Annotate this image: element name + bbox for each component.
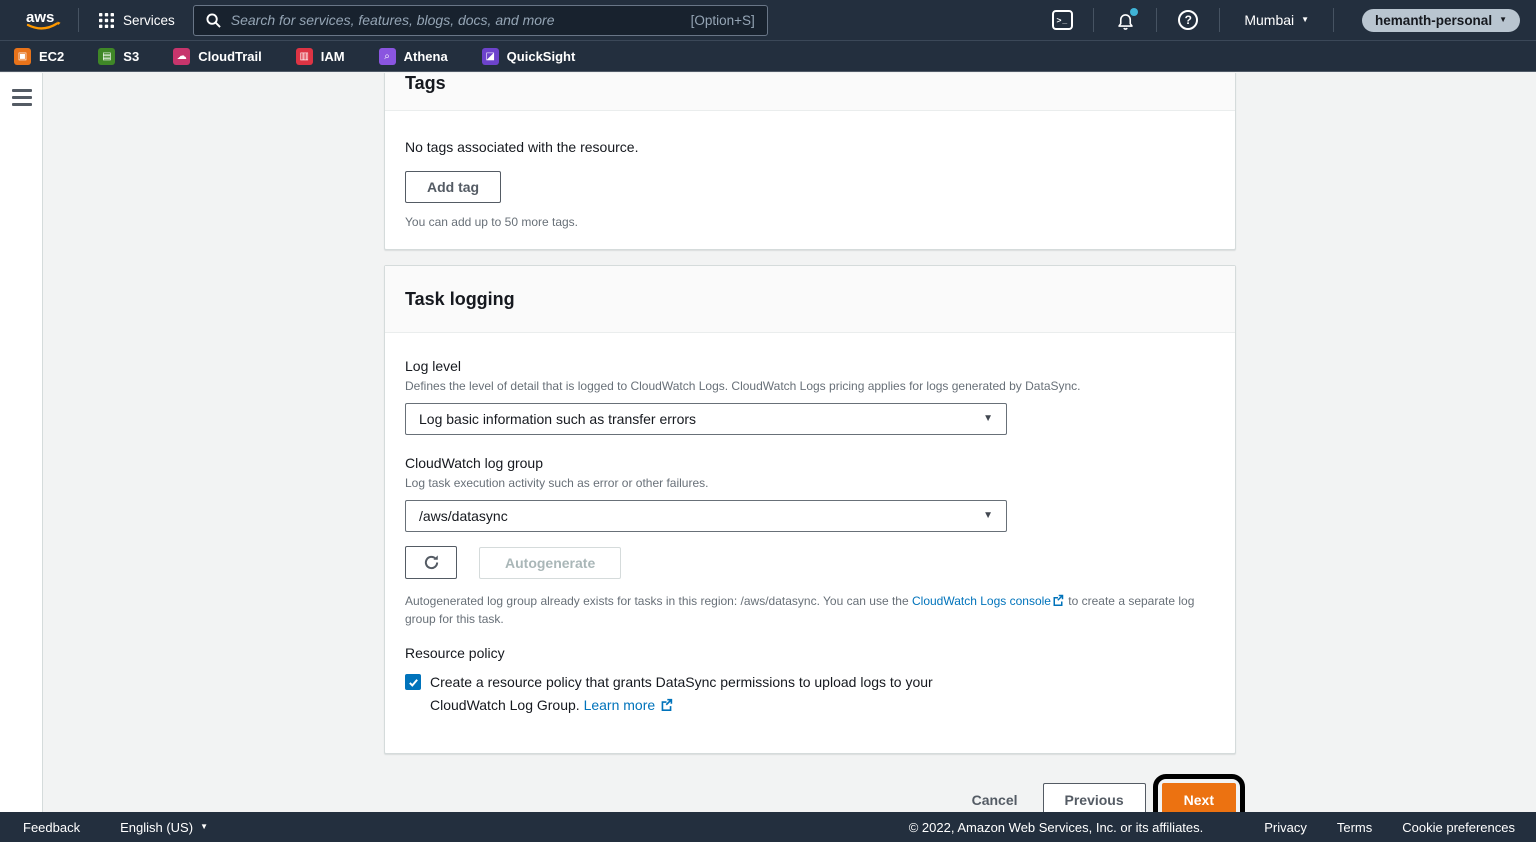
log-group-value: /aws/datasync	[419, 508, 508, 524]
wizard-actions: Cancel Previous Next	[384, 774, 1236, 812]
checkmark-icon	[408, 677, 419, 688]
svg-text:aws: aws	[26, 9, 54, 26]
divider	[1156, 8, 1157, 32]
cloudshell-icon[interactable]: >_	[1045, 10, 1079, 30]
resource-policy-label: Resource policy	[405, 644, 1215, 662]
log-level-value: Log basic information such as transfer e…	[419, 411, 696, 427]
chevron-down-icon: ▼	[983, 511, 993, 521]
language-label: English (US)	[120, 820, 193, 835]
click-annotation-ring: Next	[1153, 774, 1245, 812]
terms-link[interactable]: Terms	[1337, 820, 1372, 835]
notification-dot	[1130, 8, 1138, 16]
divider	[78, 8, 79, 32]
favorite-cloudtrail[interactable]: ☁ CloudTrail	[173, 48, 262, 65]
aws-logo-icon: aws	[24, 7, 64, 33]
tags-title: Tags	[405, 73, 1215, 94]
log-level-description: Defines the level of detail that is logg…	[405, 378, 1215, 394]
autogenerate-button[interactable]: Autogenerate	[479, 547, 621, 579]
language-selector[interactable]: English (US) ▼	[120, 820, 208, 835]
services-grid-icon	[99, 13, 114, 28]
favorite-label: IAM	[321, 49, 345, 64]
previous-button[interactable]: Previous	[1043, 783, 1146, 812]
next-button[interactable]: Next	[1162, 783, 1236, 812]
ec2-icon: ▣	[14, 48, 31, 65]
cloudwatch-logs-console-link[interactable]: CloudWatch Logs console	[912, 594, 1051, 608]
favorite-label: QuickSight	[507, 49, 576, 64]
chevron-down-icon: ▼	[1301, 16, 1309, 24]
cloudtrail-icon: ☁	[173, 48, 190, 65]
tags-hint: You can add up to 50 more tags.	[405, 215, 1215, 229]
favorite-label: CloudTrail	[198, 49, 262, 64]
top-navigation: aws Services Search for services, featur…	[0, 0, 1536, 40]
help-glyph: ?	[1185, 13, 1192, 27]
quicksight-icon: ◪	[482, 48, 499, 65]
s3-icon: ▤	[98, 48, 115, 65]
no-tags-text: No tags associated with the resource.	[405, 139, 1215, 155]
chevron-down-icon: ▼	[1499, 16, 1507, 24]
tags-section: Tags No tags associated with the resourc…	[384, 73, 1236, 250]
menu-icon[interactable]	[12, 89, 32, 106]
divider	[1333, 8, 1334, 32]
favorite-ec2[interactable]: ▣ EC2	[14, 48, 64, 65]
feedback-button[interactable]: Feedback	[23, 820, 80, 835]
notifications-bell-icon[interactable]	[1108, 11, 1142, 30]
chevron-down-icon: ▼	[200, 823, 208, 831]
help-icon[interactable]: ?	[1171, 10, 1205, 30]
nav-right-group: >_ ? Mumbai ▼ hemanth-personal ▼	[1045, 8, 1520, 32]
divider	[1219, 8, 1220, 32]
account-name: hemanth-personal	[1375, 13, 1492, 28]
resource-policy-checkbox-label: Create a resource policy that grants Dat…	[430, 671, 992, 718]
favorite-s3[interactable]: ▤ S3	[98, 48, 139, 65]
refresh-icon	[423, 554, 440, 571]
cookie-preferences-link[interactable]: Cookie preferences	[1402, 820, 1515, 835]
account-menu[interactable]: hemanth-personal ▼	[1362, 9, 1520, 32]
side-navigation-rail	[0, 73, 43, 812]
athena-icon: ⌕	[379, 48, 396, 65]
log-group-select[interactable]: /aws/datasync ▼	[405, 500, 1007, 532]
services-label: Services	[123, 13, 175, 28]
log-level-label: Log level	[405, 357, 1215, 375]
log-group-description: Log task execution activity such as erro…	[405, 475, 1215, 491]
divider	[1093, 8, 1094, 32]
main-content: Tags No tags associated with the resourc…	[43, 73, 1536, 812]
tags-section-header: Tags	[385, 73, 1235, 111]
search-icon	[206, 13, 221, 28]
resource-policy-checkbox[interactable]	[405, 674, 421, 690]
favorites-bar: ▣ EC2 ▤ S3 ☁ CloudTrail ▥ IAM ⌕ Athena ◪…	[0, 40, 1536, 72]
page-body: Tags No tags associated with the resourc…	[0, 73, 1536, 812]
region-selector[interactable]: Mumbai ▼	[1234, 12, 1319, 28]
favorite-label: S3	[123, 49, 139, 64]
learn-more-link[interactable]: Learn more	[584, 697, 656, 713]
cancel-button[interactable]: Cancel	[972, 792, 1018, 808]
favorite-quicksight[interactable]: ◪ QuickSight	[482, 48, 576, 65]
refresh-button[interactable]	[405, 546, 457, 579]
search-placeholder: Search for services, features, blogs, do…	[231, 12, 681, 28]
favorite-athena[interactable]: ⌕ Athena	[379, 48, 448, 65]
task-logging-title: Task logging	[405, 288, 1215, 310]
search-shortcut: [Option+S]	[691, 13, 755, 28]
console-footer: Feedback English (US) ▼ © 2022, Amazon W…	[0, 812, 1536, 842]
services-menu[interactable]: Services	[93, 13, 181, 28]
add-tag-button[interactable]: Add tag	[405, 171, 501, 203]
copyright-text: © 2022, Amazon Web Services, Inc. or its…	[909, 820, 1204, 835]
log-level-select[interactable]: Log basic information such as transfer e…	[405, 403, 1007, 435]
privacy-link[interactable]: Privacy	[1264, 820, 1307, 835]
log-group-label: CloudWatch log group	[405, 454, 1215, 472]
favorite-iam[interactable]: ▥ IAM	[296, 48, 345, 65]
favorite-label: EC2	[39, 49, 64, 64]
task-logging-header: Task logging	[385, 266, 1235, 333]
iam-icon: ▥	[296, 48, 313, 65]
aws-logo[interactable]: aws	[24, 7, 64, 33]
search-input[interactable]: Search for services, features, blogs, do…	[193, 5, 768, 36]
cloudshell-glyph: >_	[1056, 15, 1068, 25]
log-group-helper-text: Autogenerated log group already exists f…	[405, 593, 1203, 628]
region-label: Mumbai	[1244, 12, 1294, 28]
external-link-icon	[660, 695, 673, 718]
favorite-label: Athena	[404, 49, 448, 64]
chevron-down-icon: ▼	[983, 414, 993, 424]
task-logging-section: Task logging Log level Defines the level…	[384, 265, 1236, 754]
external-link-icon	[1052, 594, 1064, 611]
